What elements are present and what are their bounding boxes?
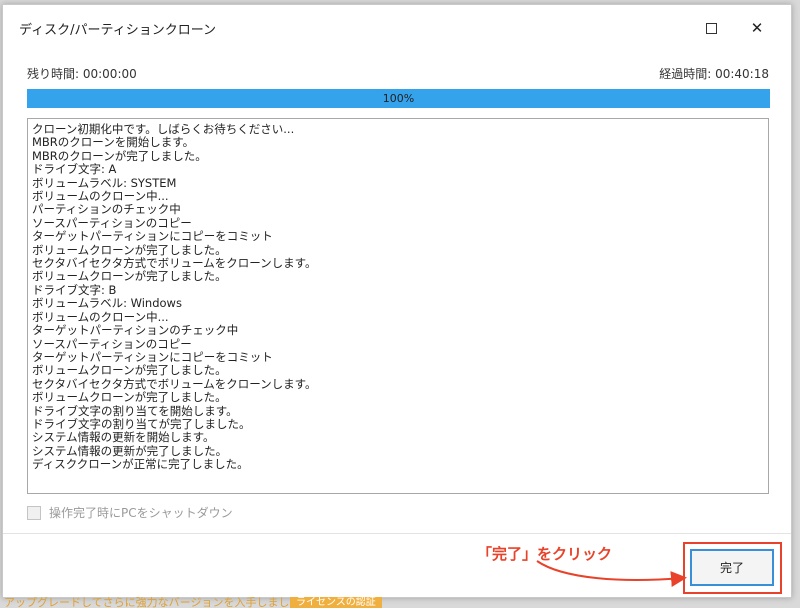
log-line: ターゲットパーティションにコピーをコミット [32, 349, 273, 364]
log-line: ターゲットパーティションのチェック中 [32, 323, 239, 338]
divider [3, 533, 791, 534]
log-line: ボリュームクローンが完了しました。 [32, 242, 227, 257]
log-line: パーティションのチェック中 [32, 202, 181, 217]
shutdown-option: 操作完了時にPCをシャットダウン [27, 504, 233, 521]
log-line: ソースパーティションのコピー [32, 336, 192, 351]
log-line: セクタバイセクタ方式でボリュームをクローンします。 [32, 376, 317, 391]
maximize-icon [705, 22, 717, 34]
maximize-button[interactable] [693, 13, 729, 43]
log-line: クローン初期化中です。しばらくお待ちください... [32, 122, 295, 136]
log-line: ドライブ文字の割り当てを開始します。 [32, 403, 238, 418]
log-line: MBRのクローンを開始します。 [32, 135, 195, 150]
footer-text: アップグレードしてさらに強力なバージョンを入手しましょう。 [4, 597, 322, 608]
log-line: ドライブ文字: A [32, 162, 117, 177]
log-line: ボリュームクローンが完了しました。 [32, 363, 227, 378]
elapsed-time: 経過時間: 00:40:18 [659, 67, 769, 81]
clone-dialog: ディスク/パーティションクローン ✕ 残り時間: 00:00:00 経過時間: … [2, 4, 792, 598]
log-line: ボリュームのクローン中... [32, 309, 169, 324]
log-line: ボリュームのクローン中... [32, 189, 169, 204]
log-line: ドライブ文字: B [32, 282, 117, 297]
log-line: ドライブ文字の割り当てが完了しました。 [32, 416, 251, 431]
annotation-arrow [536, 560, 687, 587]
log-line: MBRのクローンが完了しました。 [32, 148, 207, 163]
title-bar: ディスク/パーティションクローン ✕ [3, 5, 791, 51]
remaining-time: 残り時間: 00:00:00 [27, 67, 137, 81]
log-line: ターゲットパーティションにコピーをコミット [32, 229, 273, 244]
log-line: システム情報の更新を開始します。 [32, 430, 215, 445]
dialog-title: ディスク/パーティションクローン [19, 23, 217, 38]
close-icon: ✕ [750, 19, 764, 37]
log-textarea[interactable]: クローン初期化中です。しばらくお待ちください... MBRのクローンを開始します。… [27, 118, 769, 494]
log-line: ソースパーティションのコピー [32, 215, 192, 230]
shutdown-label: 操作完了時にPCをシャットダウン [49, 506, 233, 520]
log-line: ボリュームラベル: Windows [32, 296, 182, 311]
shutdown-checkbox [27, 505, 41, 520]
progress-label: 100% [382, 92, 415, 105]
log-line: ディスククローンが正常に完了しました。 [32, 457, 249, 472]
log-line: ボリュームクローンが完了しました。 [32, 390, 227, 405]
close-button[interactable]: ✕ [739, 13, 775, 43]
license-link[interactable]: ライセンスの認証 [290, 597, 382, 608]
log-line: セクタバイセクタ方式でボリュームをクローンします。 [32, 256, 317, 271]
finish-button[interactable]: 完了 [690, 549, 774, 586]
progress-bar: 100% [27, 89, 770, 108]
log-line: システム情報の更新が完了しました。 [32, 443, 228, 458]
footer-banner: アップグレードしてさらに強力なバージョンを入手しましょう。 ライセンスの認証 [0, 597, 800, 608]
log-line: ボリュームラベル: SYSTEM [32, 175, 177, 190]
log-line: ボリュームクローンが完了しました。 [32, 269, 227, 284]
